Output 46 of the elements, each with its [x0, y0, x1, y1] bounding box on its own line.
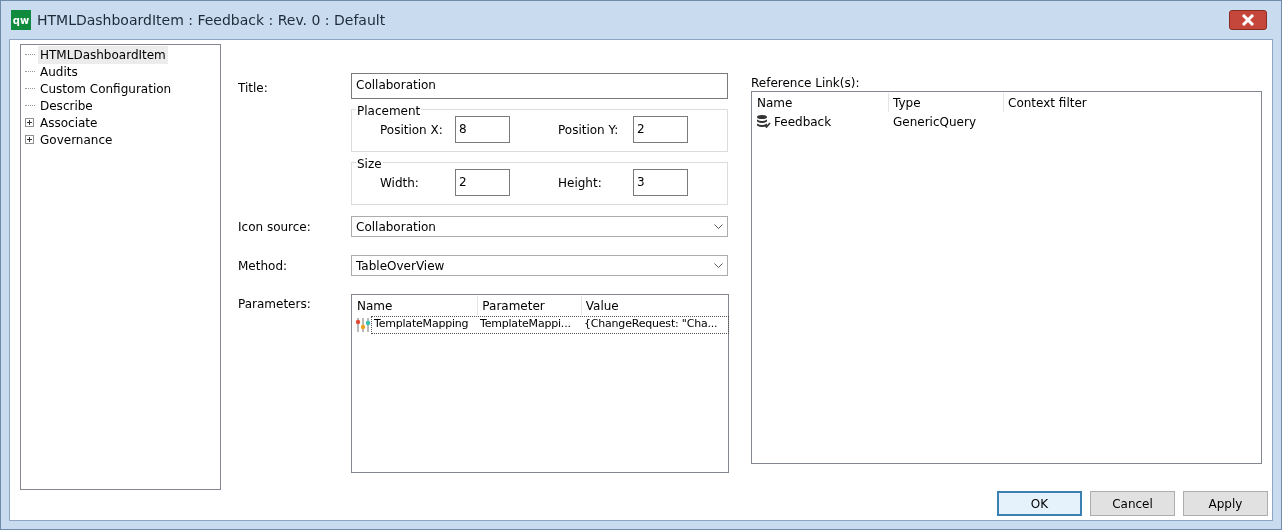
sliders-icon [355, 316, 371, 333]
table-cell-text: TemplateMapping [373, 316, 470, 333]
table-cell-text: Feedback [774, 113, 832, 131]
database-icon [756, 114, 771, 129]
field-label: Width: [380, 174, 420, 192]
column-header[interactable]: Name [753, 93, 889, 112]
expand-icon[interactable] [26, 136, 33, 143]
number-field[interactable]: 3 [633, 169, 688, 196]
tree-item[interactable]: Describe [38, 96, 95, 115]
column-header[interactable]: Parameter [478, 296, 582, 315]
field-label: Title: [238, 80, 269, 97]
number-field[interactable]: 8 [455, 116, 510, 143]
table-cell-text: {ChangeRequest: "Cha... [583, 316, 719, 333]
title-field[interactable]: Collaboration [351, 73, 728, 99]
tree-item[interactable]: Associate [38, 113, 100, 132]
field-label: Position X: [380, 121, 444, 139]
dialog-button[interactable]: Cancel [1090, 491, 1175, 516]
field-label: Position Y: [558, 121, 620, 139]
field-label: Parameters: [238, 296, 312, 313]
column-header[interactable]: Context filter [1004, 93, 1258, 112]
field-label: Icon source: [238, 218, 312, 236]
chevron-down-icon [714, 224, 723, 229]
tree-item[interactable]: Governance [38, 130, 115, 149]
column-header[interactable]: Value [581, 296, 727, 315]
tree-item[interactable]: Custom Configuration [38, 79, 174, 98]
tree-item[interactable]: Audits [38, 62, 80, 81]
dropdown[interactable]: Collaboration [351, 216, 728, 237]
window-title: HTMLDashboardItem : Feedback : Rev. 0 : Default [37, 10, 386, 30]
close-button[interactable] [1229, 10, 1267, 30]
chevron-down-icon [714, 263, 723, 268]
number-field[interactable]: 2 [633, 116, 688, 143]
tree-item[interactable]: HTMLDashboardItem [38, 45, 168, 64]
dropdown[interactable]: TableOverView [351, 255, 728, 276]
column-header[interactable]: Type [889, 93, 1004, 112]
dialog-button[interactable]: Apply [1183, 491, 1268, 516]
table-cell-text: GenericQuery [893, 113, 976, 131]
close-icon [1241, 14, 1255, 26]
field-label: Method: [238, 257, 289, 275]
section-label: Reference Link(s): [751, 75, 861, 91]
expand-icon[interactable] [26, 119, 33, 126]
field-label: Height: [558, 174, 603, 192]
table-cell-text: TemplateMappi... [479, 316, 572, 333]
app-logo: qw [11, 10, 31, 30]
dialog-button[interactable]: OK [997, 491, 1082, 516]
column-header[interactable]: Name [353, 296, 479, 315]
number-field[interactable]: 2 [455, 169, 510, 196]
